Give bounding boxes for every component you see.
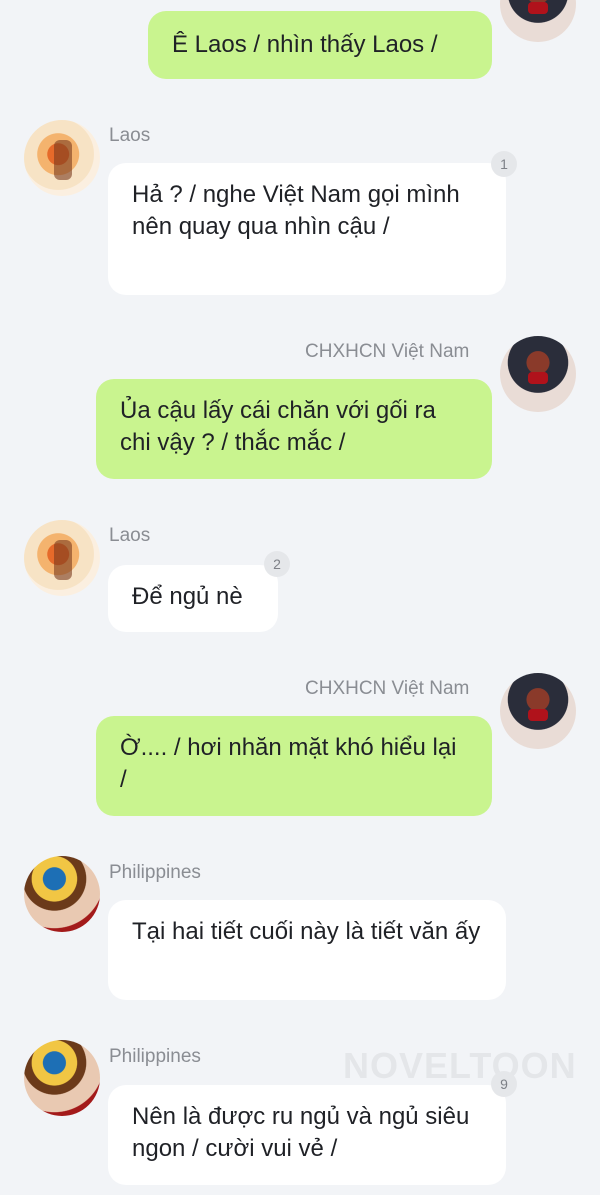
comment-count-badge[interactable]: 2 bbox=[264, 551, 290, 577]
laos-avatar[interactable] bbox=[24, 520, 100, 596]
vietnam-avatar[interactable] bbox=[500, 0, 576, 42]
sender-name: Laos bbox=[109, 525, 151, 546]
message-bubble: Nên là được ru ngủ và ngủ siêu ngon / cư… bbox=[108, 1085, 506, 1185]
philippines-avatar[interactable] bbox=[24, 856, 100, 932]
sender-name: CHXHCN Việt Nam bbox=[305, 678, 470, 699]
message-bubble: Để ngủ nè bbox=[108, 565, 278, 632]
message-bubble: Ờ.... / hơi nhăn mặt khó hiểu lại / bbox=[96, 716, 492, 816]
message-bubble: Ê Laos / nhìn thấy Laos / bbox=[148, 11, 492, 79]
sender-name: Laos bbox=[109, 125, 151, 146]
message-bubble: Tại hai tiết cuối này là tiết văn ấy bbox=[108, 900, 506, 1000]
sender-name: Philippines bbox=[109, 1046, 201, 1067]
sender-name: CHXHCN Việt Nam bbox=[305, 341, 470, 362]
vietnam-avatar[interactable] bbox=[500, 336, 576, 412]
vietnam-avatar[interactable] bbox=[500, 673, 576, 749]
philippines-avatar[interactable] bbox=[24, 1040, 100, 1116]
sender-name: Philippines bbox=[109, 862, 201, 883]
comment-count-badge[interactable]: 9 bbox=[491, 1071, 517, 1097]
laos-avatar[interactable] bbox=[24, 120, 100, 196]
message-bubble: Hả ? / nghe Việt Nam gọi mình nên quay q… bbox=[108, 163, 506, 295]
message-bubble: Ủa cậu lấy cái chăn với gối ra chi vậy ?… bbox=[96, 379, 492, 479]
watermark: NOVELTOON bbox=[343, 1045, 577, 1086]
comment-count-badge[interactable]: 1 bbox=[491, 151, 517, 177]
